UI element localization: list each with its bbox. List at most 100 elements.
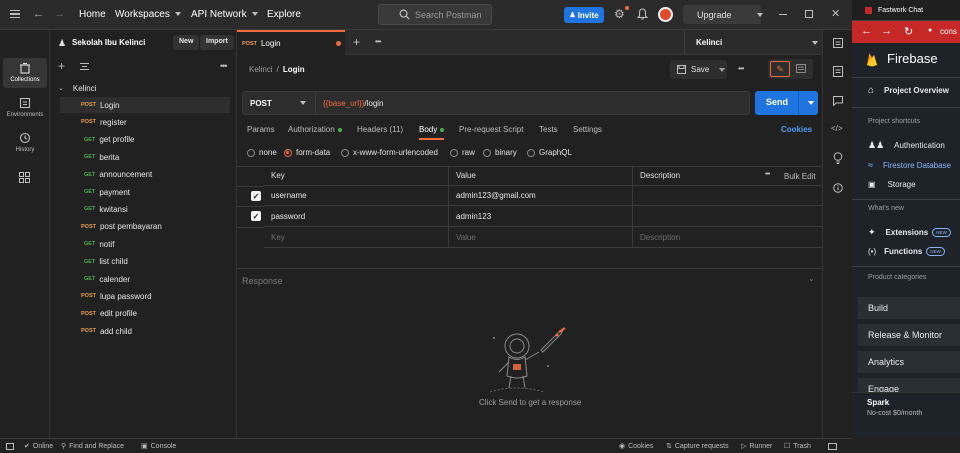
environment-selector[interactable]: Kelinci — [696, 38, 722, 47]
reload-icon[interactable]: ↻ — [904, 25, 913, 38]
api-network-menu[interactable]: API Network — [191, 9, 258, 20]
cookies-button[interactable]: ◉ Cookies — [619, 442, 653, 451]
invite-button[interactable]: ♟ Invite — [564, 7, 604, 23]
tab-params[interactable]: Params — [247, 125, 275, 134]
chevron-down-icon[interactable] — [812, 41, 818, 45]
extensions-link[interactable]: ✦ Extensions NEW — [868, 227, 951, 238]
tab-authorization[interactable]: Authorization — [288, 125, 342, 134]
sidebar-request-item[interactable]: GET berita — [60, 149, 230, 165]
new-tab-icon[interactable]: + — [353, 35, 360, 49]
new-button[interactable]: New — [173, 35, 200, 50]
import-button[interactable]: Import — [200, 35, 234, 50]
row-key[interactable]: username — [264, 186, 449, 206]
sidebar-request-item[interactable]: POST Login — [60, 97, 230, 113]
back-arrow-icon[interactable]: ← — [33, 8, 44, 20]
back-arrow-icon[interactable]: ← — [861, 25, 872, 37]
trash-button[interactable]: ☐ Trash — [784, 442, 811, 451]
capture-requests-button[interactable]: ⇅ Capture requests — [666, 442, 729, 451]
runner-button[interactable]: ▷ Runner — [741, 442, 772, 451]
forward-arrow-icon[interactable]: → — [54, 8, 65, 20]
new-value-input[interactable]: Value — [448, 227, 633, 248]
radio-form-data[interactable]: form-data — [284, 148, 330, 157]
category-build[interactable]: Build — [858, 297, 960, 319]
tab-options-icon[interactable]: ••• — [375, 37, 381, 46]
row-value[interactable]: admin123 — [448, 206, 633, 227]
tab-settings[interactable]: Settings — [573, 125, 602, 134]
layout-toggle-icon[interactable] — [828, 443, 837, 450]
address-bar[interactable]: cons — [940, 27, 957, 36]
new-description-input[interactable]: Description — [632, 227, 822, 248]
sidebar-request-item[interactable]: POST post pembayaran — [60, 219, 230, 235]
radio-binary[interactable]: binary — [483, 148, 517, 157]
firestore-link[interactable]: ≈ Firestore Database — [868, 160, 951, 170]
sidebar-toggle-icon[interactable] — [6, 443, 14, 450]
tab-body[interactable]: Body — [419, 125, 445, 134]
row-description[interactable] — [632, 186, 822, 206]
bell-icon[interactable] — [637, 8, 648, 20]
sidebar-request-item[interactable]: POST register — [60, 114, 230, 130]
tab-login[interactable]: POST Login — [237, 30, 345, 55]
comments-icon[interactable] — [833, 96, 843, 106]
storage-link[interactable]: ▣ Storage — [868, 180, 916, 189]
new-key-input[interactable]: Key — [264, 227, 449, 248]
sidebar-request-item[interactable]: POST edit profile — [60, 306, 230, 322]
apps-grid-icon[interactable] — [19, 172, 30, 183]
sidebar-request-item[interactable]: POST add child — [60, 323, 230, 339]
sidebar-request-item[interactable]: POST lupa password — [60, 288, 230, 304]
tab-prerequest[interactable]: Pre-request Script — [459, 125, 523, 134]
search-input[interactable]: Search Postman — [378, 4, 492, 25]
code-icon[interactable]: </> — [831, 124, 843, 133]
more-options-icon[interactable]: ••• — [220, 61, 228, 71]
avatar[interactable] — [658, 7, 673, 22]
edit-pencil-icon[interactable]: ✎ — [770, 61, 790, 77]
upgrade-button[interactable]: Upgrade — [683, 5, 763, 24]
menu-icon[interactable] — [10, 10, 20, 18]
close-icon[interactable]: ✕ — [831, 7, 840, 20]
radio-none[interactable]: none — [247, 148, 277, 157]
comment-view-icon[interactable] — [796, 64, 806, 73]
add-icon[interactable]: + — [58, 59, 65, 73]
workspaces-menu[interactable]: Workspaces — [115, 9, 181, 20]
info-icon[interactable] — [833, 183, 843, 193]
sidebar-request-item[interactable]: GET kwitansi — [60, 201, 230, 217]
forward-arrow-icon[interactable]: → — [881, 25, 892, 37]
more-options-icon[interactable]: ••• — [738, 64, 744, 73]
category-release-monitor[interactable]: Release & Monitor — [858, 324, 960, 346]
project-overview-link[interactable]: ⌂ Project Overview — [868, 85, 949, 96]
rail-collections[interactable]: Collections — [3, 58, 47, 88]
home-link[interactable]: Home — [79, 9, 106, 20]
sidebar-request-item[interactable]: GET list child — [60, 254, 230, 270]
sidebar-request-item[interactable]: GET notif — [60, 236, 230, 252]
functions-link[interactable]: (•) Functions NEW — [868, 247, 945, 256]
cookies-link[interactable]: Cookies — [781, 125, 812, 134]
sidebar-request-item[interactable]: GET get profile — [60, 132, 230, 148]
radio-graphql[interactable]: GraphQL — [527, 148, 572, 157]
row-checkbox[interactable]: ✓ — [251, 191, 261, 201]
bulk-edit-button[interactable]: Bulk Edit — [784, 172, 816, 181]
authentication-link[interactable]: ♟♟ Authentication — [868, 140, 945, 151]
rail-environments[interactable]: Environments — [3, 93, 47, 123]
tab-tests[interactable]: Tests — [539, 125, 558, 134]
send-button[interactable]: Send — [755, 91, 818, 115]
lightbulb-icon[interactable] — [833, 152, 843, 164]
save-button[interactable]: Save — [670, 60, 727, 79]
table-options-icon[interactable]: ••• — [765, 171, 770, 178]
radio-raw[interactable]: raw — [450, 148, 475, 157]
maximize-icon[interactable] — [805, 10, 813, 18]
documentation-icon[interactable] — [833, 66, 843, 77]
settings-gear-icon[interactable]: ⚙ — [614, 7, 625, 21]
collection-folder[interactable]: ⌄ Kelinci — [58, 80, 237, 96]
method-select[interactable]: POST — [243, 92, 316, 114]
sidebar-request-item[interactable]: GET announcement — [60, 167, 230, 183]
rail-history[interactable]: History — [3, 128, 47, 158]
radio-urlencoded[interactable]: x-www-form-urlencoded — [341, 148, 438, 157]
chevron-down-icon[interactable]: ⌄ — [808, 274, 815, 283]
row-value[interactable]: admin123@gmail.com — [448, 186, 633, 206]
find-replace-button[interactable]: ⚲ Find and Replace — [61, 442, 124, 451]
sidebar-request-item[interactable]: GET payment — [60, 184, 230, 200]
row-description[interactable] — [632, 206, 822, 227]
online-status[interactable]: ✔ Online — [24, 442, 53, 451]
chevron-down-icon[interactable] — [808, 101, 814, 105]
row-checkbox[interactable]: ✓ — [251, 211, 261, 221]
breadcrumb-parent[interactable]: Kelinci — [249, 65, 273, 74]
